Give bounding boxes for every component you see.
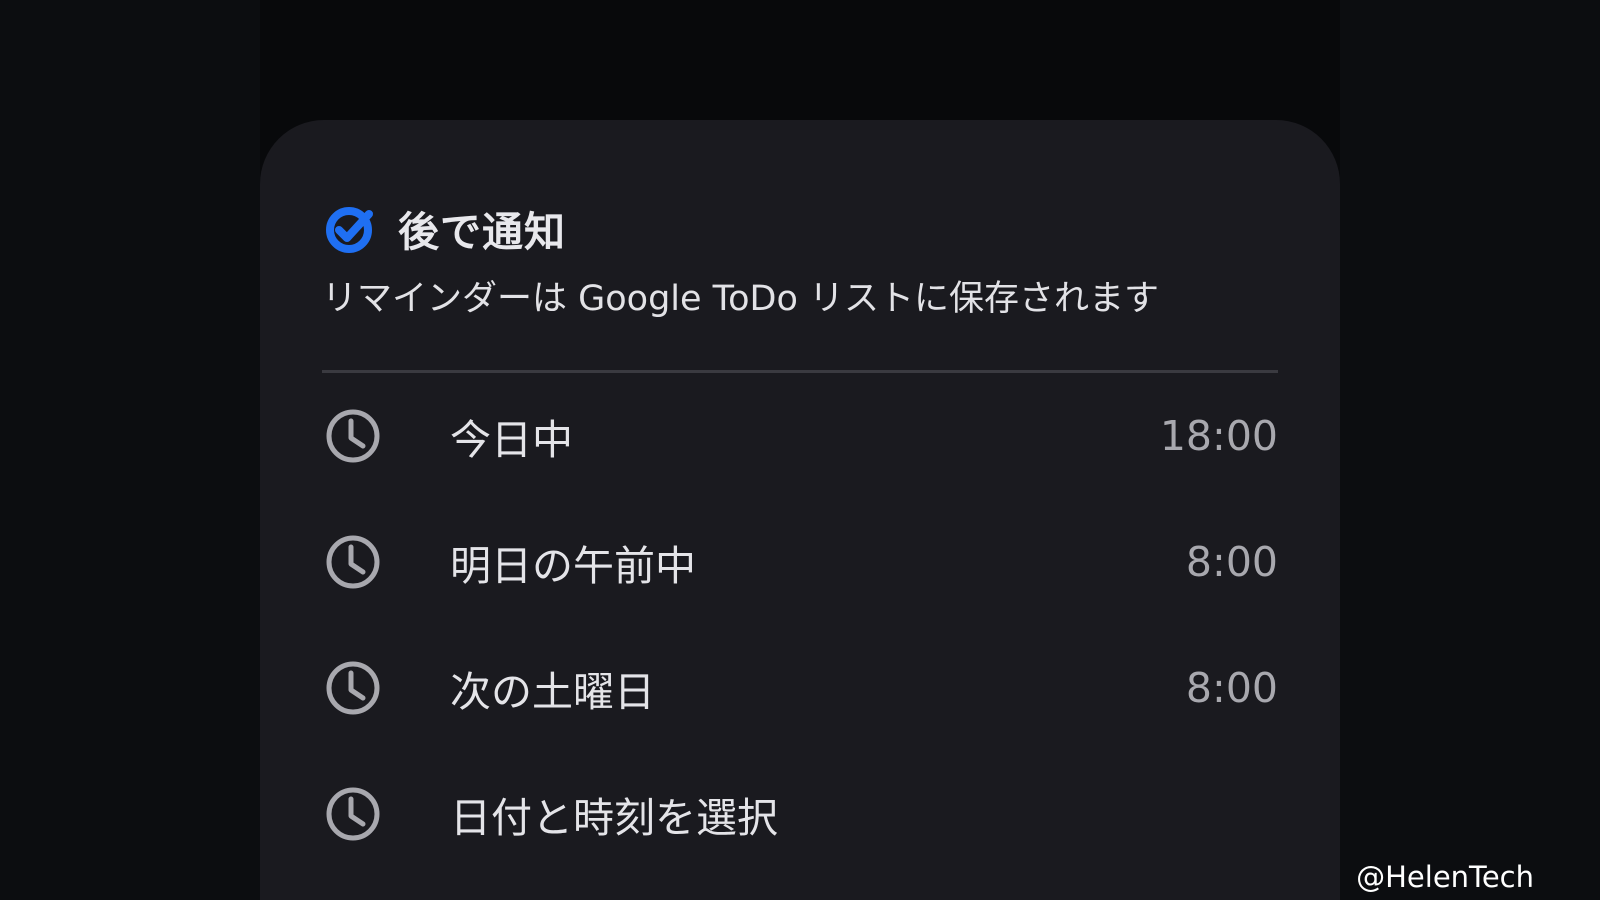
option-label: 日付と時刻を選択 (450, 794, 778, 842)
watermark: @HelenTech (1356, 860, 1534, 894)
option-next-saturday[interactable]: 次の土曜日 8:00 (322, 625, 1278, 751)
screen: 後で通知 リマインダーは Google ToDo リストに保存されます 今日中 … (0, 0, 1600, 900)
clock-icon (326, 787, 380, 841)
option-today[interactable]: 今日中 18:00 (322, 373, 1278, 499)
sheet-subtitle: リマインダーは Google ToDo リストに保存されます (322, 279, 1160, 319)
clock-icon (326, 409, 380, 463)
sheet-title: 後で通知 (398, 208, 566, 256)
option-time: 18:00 (1159, 412, 1278, 460)
clock-icon (326, 661, 380, 715)
sheet-header: 後で通知 (324, 198, 566, 258)
option-tomorrow-morning[interactable]: 明日の午前中 8:00 (322, 499, 1278, 625)
google-tasks-check-icon (326, 207, 373, 253)
option-label: 今日中 (450, 416, 573, 464)
reminder-options-list: 今日中 18:00 明日の午前中 8:00 次の土曜日 8:00 日付と時刻を選… (322, 373, 1278, 877)
option-label: 明日の午前中 (450, 542, 696, 590)
option-label: 次の土曜日 (450, 668, 655, 716)
option-time: 8:00 (1185, 538, 1278, 586)
clock-icon (326, 535, 380, 589)
option-time: 8:00 (1185, 664, 1278, 712)
remind-later-bottom-sheet: 後で通知 リマインダーは Google ToDo リストに保存されます 今日中 … (260, 120, 1340, 900)
option-pick-date-time[interactable]: 日付と時刻を選択 (322, 751, 1278, 877)
